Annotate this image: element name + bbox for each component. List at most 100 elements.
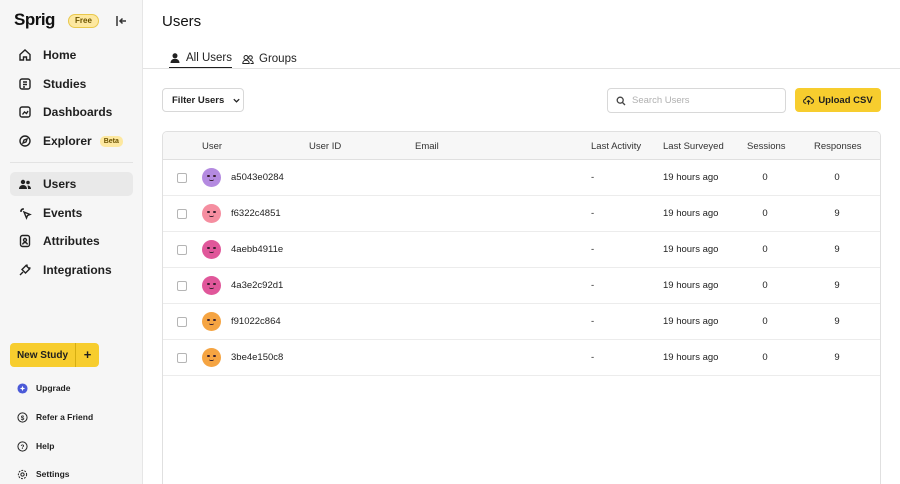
sidebar-item-label: Studies bbox=[43, 77, 87, 91]
users-table: User User ID Email Last Activity Last Su… bbox=[162, 131, 881, 484]
filter-users-button[interactable]: Filter Users bbox=[162, 88, 244, 112]
tab-label: All Users bbox=[186, 52, 233, 64]
sidebar-item-integrations[interactable]: Integrations bbox=[10, 258, 133, 282]
integrations-icon bbox=[19, 264, 31, 276]
column-header-user-id[interactable]: User ID bbox=[309, 141, 341, 152]
cloud-upload-icon bbox=[803, 95, 815, 105]
tab-label: Groups bbox=[259, 53, 297, 65]
tabs-divider bbox=[143, 68, 900, 69]
filter-users-label: Filter Users bbox=[172, 94, 225, 106]
sidebar-item-label: Users bbox=[43, 177, 77, 191]
table-row[interactable]: f91022c864 - 19 hours ago 0 9 bbox=[163, 304, 880, 340]
row-checkbox[interactable] bbox=[177, 173, 187, 183]
user-name[interactable]: f6322c4851 bbox=[231, 208, 281, 219]
search-box[interactable] bbox=[607, 88, 786, 113]
last-surveyed: 19 hours ago bbox=[663, 352, 719, 363]
last-activity: - bbox=[591, 280, 595, 291]
footer-item-label: Settings bbox=[36, 469, 70, 479]
sidebar: Sprig Free Home Studies Dashboards Explo… bbox=[0, 0, 143, 484]
last-activity: - bbox=[591, 172, 595, 183]
column-header-email[interactable]: Email bbox=[415, 141, 439, 152]
plan-badge: Free bbox=[68, 14, 99, 28]
tab-all-users[interactable]: All Users bbox=[169, 49, 233, 69]
sidebar-item-explorer[interactable]: Explorer Beta bbox=[10, 129, 133, 153]
footer-item-label: Refer a Friend bbox=[36, 412, 94, 422]
responses-count: 9 bbox=[834, 316, 840, 327]
column-header-user[interactable]: User bbox=[202, 141, 222, 152]
settings-icon bbox=[17, 469, 28, 479]
table-row[interactable]: 3be4e150c8 - 19 hours ago 0 9 bbox=[163, 340, 880, 376]
sidebar-item-label: Dashboards bbox=[43, 105, 113, 119]
sidebar-item-home[interactable]: Home bbox=[10, 43, 133, 67]
user-avatar bbox=[202, 348, 221, 367]
sidebar-item-label: Events bbox=[43, 206, 83, 220]
sprig-logo[interactable]: Sprig bbox=[14, 10, 55, 30]
sidebar-item-users[interactable]: Users bbox=[10, 172, 133, 196]
upgrade-icon bbox=[17, 382, 28, 394]
sidebar-item-label: Home bbox=[43, 48, 77, 62]
table-row[interactable]: 4a3e2c92d1 - 19 hours ago 0 9 bbox=[163, 268, 880, 304]
footer-item-upgrade[interactable]: Upgrade bbox=[17, 380, 70, 396]
responses-count: 0 bbox=[834, 172, 840, 183]
svg-text:?: ? bbox=[21, 443, 25, 450]
page-title: Users bbox=[162, 13, 202, 30]
search-input[interactable] bbox=[632, 95, 782, 106]
user-name[interactable]: 4aebb4911e bbox=[231, 244, 283, 255]
footer-item-label: Upgrade bbox=[36, 383, 71, 393]
footer-item-help[interactable]: ? Help bbox=[17, 438, 54, 454]
last-surveyed: 19 hours ago bbox=[663, 172, 719, 183]
row-checkbox[interactable] bbox=[177, 317, 187, 327]
column-header-last-surveyed[interactable]: Last Surveyed bbox=[663, 141, 724, 152]
row-checkbox[interactable] bbox=[177, 209, 187, 219]
user-name[interactable]: 3be4e150c8 bbox=[231, 352, 283, 363]
column-header-responses[interactable]: Responses bbox=[814, 141, 862, 152]
collapse-sidebar-icon[interactable] bbox=[113, 13, 129, 29]
groups-icon bbox=[242, 55, 254, 64]
events-icon bbox=[20, 208, 32, 220]
new-study-label: New Study bbox=[16, 349, 69, 361]
sidebar-item-dashboards[interactable]: Dashboards bbox=[10, 100, 133, 124]
users-icon bbox=[19, 179, 31, 189]
sidebar-item-studies[interactable]: Studies bbox=[10, 72, 133, 96]
user-avatar bbox=[202, 240, 221, 259]
last-activity: - bbox=[591, 316, 595, 327]
upload-csv-button[interactable]: Upload CSV bbox=[795, 88, 881, 112]
column-header-last-activity[interactable]: Last Activity bbox=[591, 141, 641, 152]
row-checkbox[interactable] bbox=[177, 281, 187, 291]
explorer-icon bbox=[19, 135, 31, 147]
last-surveyed: 19 hours ago bbox=[663, 208, 719, 219]
upload-csv-label: Upload CSV bbox=[818, 94, 873, 106]
last-surveyed: 19 hours ago bbox=[663, 244, 719, 255]
sessions-count: 0 bbox=[762, 208, 768, 219]
table-row[interactable]: a5043e0284 - 19 hours ago 0 0 bbox=[163, 160, 880, 196]
responses-count: 9 bbox=[834, 244, 840, 255]
last-activity: - bbox=[591, 352, 595, 363]
help-icon: ? bbox=[17, 440, 28, 452]
dashboards-icon bbox=[19, 106, 31, 118]
attributes-icon bbox=[19, 234, 31, 248]
sidebar-item-label: Integrations bbox=[43, 263, 112, 277]
last-surveyed: 19 hours ago bbox=[663, 316, 719, 327]
sessions-count: 0 bbox=[762, 316, 768, 327]
footer-item-refer[interactable]: $ Refer a Friend bbox=[17, 409, 93, 425]
svg-text:$: $ bbox=[21, 414, 25, 421]
footer-item-settings[interactable]: Settings bbox=[17, 466, 70, 482]
studies-icon bbox=[19, 78, 31, 90]
sidebar-item-attributes[interactable]: Attributes bbox=[10, 229, 133, 253]
row-checkbox[interactable] bbox=[177, 353, 187, 363]
sessions-count: 0 bbox=[762, 280, 768, 291]
table-row[interactable]: f6322c4851 - 19 hours ago 0 9 bbox=[163, 196, 880, 232]
user-name[interactable]: f91022c864 bbox=[231, 316, 281, 327]
sidebar-item-events[interactable]: Events bbox=[10, 201, 133, 225]
new-study-button[interactable]: New Study + bbox=[10, 343, 99, 367]
table-header: User User ID Email Last Activity Last Su… bbox=[163, 132, 880, 160]
row-checkbox[interactable] bbox=[177, 245, 187, 255]
column-header-sessions[interactable]: Sessions bbox=[747, 141, 786, 152]
user-name[interactable]: 4a3e2c92d1 bbox=[231, 280, 283, 291]
user-name[interactable]: a5043e0284 bbox=[231, 172, 284, 183]
sessions-count: 0 bbox=[762, 244, 768, 255]
tab-groups[interactable]: Groups bbox=[242, 49, 297, 69]
table-row[interactable]: 4aebb4911e - 19 hours ago 0 9 bbox=[163, 232, 880, 268]
plus-icon[interactable]: + bbox=[76, 343, 99, 367]
responses-count: 9 bbox=[834, 208, 840, 219]
